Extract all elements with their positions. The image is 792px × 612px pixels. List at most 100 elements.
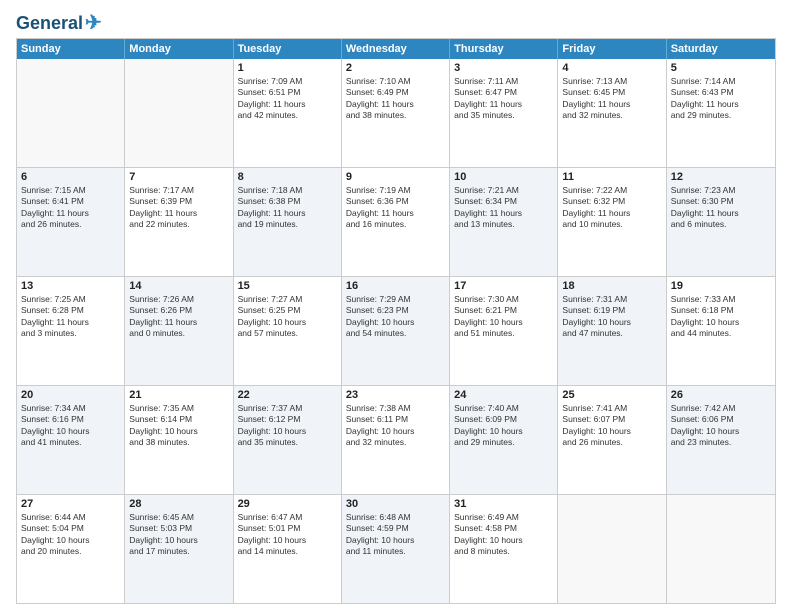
cell-info: Sunrise: 7:37 AM Sunset: 6:12 PM Dayligh… [238, 403, 337, 449]
day-number: 8 [238, 171, 337, 183]
logo: General✈ [16, 12, 102, 32]
day-number: 7 [129, 171, 228, 183]
calendar-cell-29: 29 Sunrise: 6:47 AM Sunset: 5:01 PM Dayli… [234, 495, 342, 603]
cell-info: Sunrise: 7:11 AM Sunset: 6:47 PM Dayligh… [454, 76, 553, 122]
calendar-cell-17: 17Sunrise: 7:30 AM Sunset: 6:21 PM Dayli… [450, 277, 558, 385]
calendar-cell-empty [17, 59, 125, 167]
header: General✈ [16, 12, 776, 32]
cell-info: Sunrise: 7:40 AM Sunset: 6:09 PM Dayligh… [454, 403, 553, 449]
calendar-cell-31: 31 Sunrise: 6:49 AM Sunset: 4:58 PM Dayli… [450, 495, 558, 603]
cell-info: Sunrise: 7:29 AM Sunset: 6:23 PM Dayligh… [346, 294, 445, 340]
calendar-row-2: 6 Sunrise: 7:15 AM Sunset: 6:41 PM Daylig… [17, 167, 775, 276]
calendar-cell-20: 20 Sunrise: 7:34 AM Sunset: 6:16 PM Dayli… [17, 386, 125, 494]
cell-info: Sunrise: 6:47 AM Sunset: 5:01 PM Dayligh… [238, 512, 337, 558]
calendar-cell-empty [125, 59, 233, 167]
cell-info: Sunrise: 6:48 AM Sunset: 4:59 PM Dayligh… [346, 512, 445, 558]
day-number: 16 [346, 280, 445, 292]
calendar-row-1: 1Sunrise: 7:09 AM Sunset: 6:51 PM Daylig… [17, 59, 775, 167]
calendar-cell-5: 5Sunrise: 7:14 AM Sunset: 6:43 PM Daylig… [667, 59, 775, 167]
calendar-cell-28: 28Sunrise: 6:45 AM Sunset: 5:03 PM Dayli… [125, 495, 233, 603]
calendar-cell-27: 27Sunrise: 6:44 AM Sunset: 5:04 PM Dayli… [17, 495, 125, 603]
cell-info: Sunrise: 7:21 AM Sunset: 6:34 PM Dayligh… [454, 185, 553, 231]
cell-info: Sunrise: 7:17 AM Sunset: 6:39 PM Dayligh… [129, 185, 228, 231]
day-number: 20 [21, 389, 120, 401]
calendar-cell-empty [667, 495, 775, 603]
calendar-cell-18: 18 Sunrise: 7:31 AM Sunset: 6:19 PM Dayli… [558, 277, 666, 385]
calendar-cell-22: 22 Sunrise: 7:37 AM Sunset: 6:12 PM Dayli… [234, 386, 342, 494]
cell-info: Sunrise: 7:26 AM Sunset: 6:26 PM Dayligh… [129, 294, 228, 340]
calendar-cell-11: 11 Sunrise: 7:22 AM Sunset: 6:32 PM Dayli… [558, 168, 666, 276]
cell-info: Sunrise: 7:18 AM Sunset: 6:38 PM Dayligh… [238, 185, 337, 231]
calendar-cell-30: 30 Sunrise: 6:48 AM Sunset: 4:59 PM Dayli… [342, 495, 450, 603]
header-cell-wednesday: Wednesday [342, 39, 450, 59]
header-cell-monday: Monday [125, 39, 233, 59]
cell-info: Sunrise: 7:42 AM Sunset: 6:06 PM Dayligh… [671, 403, 771, 449]
day-number: 15 [238, 280, 337, 292]
cell-info: Sunrise: 7:41 AM Sunset: 6:07 PM Dayligh… [562, 403, 661, 449]
logo-general: General✈ [16, 12, 102, 34]
calendar: SundayMondayTuesdayWednesdayThursdayFrid… [16, 38, 776, 604]
calendar-cell-12: 12Sunrise: 7:23 AM Sunset: 6:30 PM Dayli… [667, 168, 775, 276]
cell-info: Sunrise: 7:10 AM Sunset: 6:49 PM Dayligh… [346, 76, 445, 122]
day-number: 30 [346, 498, 445, 510]
day-number: 27 [21, 498, 120, 510]
cell-info: Sunrise: 7:14 AM Sunset: 6:43 PM Dayligh… [671, 76, 771, 122]
day-number: 4 [562, 62, 661, 74]
calendar-cell-21: 21Sunrise: 7:35 AM Sunset: 6:14 PM Dayli… [125, 386, 233, 494]
day-number: 13 [21, 280, 120, 292]
calendar-cell-16: 16 Sunrise: 7:29 AM Sunset: 6:23 PM Dayli… [342, 277, 450, 385]
calendar-cell-3: 3 Sunrise: 7:11 AM Sunset: 6:47 PM Daylig… [450, 59, 558, 167]
calendar-cell-25: 25 Sunrise: 7:41 AM Sunset: 6:07 PM Dayli… [558, 386, 666, 494]
calendar-cell-14: 14 Sunrise: 7:26 AM Sunset: 6:26 PM Dayli… [125, 277, 233, 385]
page: General✈ SundayMondayTuesdayWednesdayThu… [0, 0, 792, 612]
day-number: 11 [562, 171, 661, 183]
day-number: 29 [238, 498, 337, 510]
header-cell-tuesday: Tuesday [234, 39, 342, 59]
header-cell-friday: Friday [558, 39, 666, 59]
cell-info: Sunrise: 6:49 AM Sunset: 4:58 PM Dayligh… [454, 512, 553, 558]
calendar-header: SundayMondayTuesdayWednesdayThursdayFrid… [17, 39, 775, 59]
cell-info: Sunrise: 7:09 AM Sunset: 6:51 PM Dayligh… [238, 76, 337, 122]
calendar-cell-1: 1Sunrise: 7:09 AM Sunset: 6:51 PM Daylig… [234, 59, 342, 167]
calendar-cell-2: 2 Sunrise: 7:10 AM Sunset: 6:49 PM Daylig… [342, 59, 450, 167]
cell-info: Sunrise: 7:31 AM Sunset: 6:19 PM Dayligh… [562, 294, 661, 340]
day-number: 17 [454, 280, 553, 292]
calendar-cell-15: 15 Sunrise: 7:27 AM Sunset: 6:25 PM Dayli… [234, 277, 342, 385]
calendar-cell-26: 26 Sunrise: 7:42 AM Sunset: 6:06 PM Dayli… [667, 386, 775, 494]
cell-info: Sunrise: 7:38 AM Sunset: 6:11 PM Dayligh… [346, 403, 445, 449]
day-number: 26 [671, 389, 771, 401]
day-number: 31 [454, 498, 553, 510]
day-number: 18 [562, 280, 661, 292]
calendar-cell-13: 13 Sunrise: 7:25 AM Sunset: 6:28 PM Dayli… [17, 277, 125, 385]
cell-info: Sunrise: 7:34 AM Sunset: 6:16 PM Dayligh… [21, 403, 120, 449]
day-number: 2 [346, 62, 445, 74]
day-number: 23 [346, 389, 445, 401]
logo-bird-icon: ✈ [85, 12, 102, 34]
calendar-cell-7: 7 Sunrise: 7:17 AM Sunset: 6:39 PM Daylig… [125, 168, 233, 276]
calendar-row-3: 13 Sunrise: 7:25 AM Sunset: 6:28 PM Dayli… [17, 276, 775, 385]
calendar-cell-24: 24Sunrise: 7:40 AM Sunset: 6:09 PM Dayli… [450, 386, 558, 494]
cell-info: Sunrise: 7:25 AM Sunset: 6:28 PM Dayligh… [21, 294, 120, 340]
calendar-cell-10: 10Sunrise: 7:21 AM Sunset: 6:34 PM Dayli… [450, 168, 558, 276]
day-number: 12 [671, 171, 771, 183]
calendar-cell-6: 6 Sunrise: 7:15 AM Sunset: 6:41 PM Daylig… [17, 168, 125, 276]
day-number: 14 [129, 280, 228, 292]
day-number: 28 [129, 498, 228, 510]
header-cell-sunday: Sunday [17, 39, 125, 59]
calendar-cell-19: 19Sunrise: 7:33 AM Sunset: 6:18 PM Dayli… [667, 277, 775, 385]
day-number: 9 [346, 171, 445, 183]
header-cell-saturday: Saturday [667, 39, 775, 59]
calendar-cell-9: 9Sunrise: 7:19 AM Sunset: 6:36 PM Daylig… [342, 168, 450, 276]
day-number: 3 [454, 62, 553, 74]
cell-info: Sunrise: 7:15 AM Sunset: 6:41 PM Dayligh… [21, 185, 120, 231]
day-number: 21 [129, 389, 228, 401]
calendar-cell-23: 23 Sunrise: 7:38 AM Sunset: 6:11 PM Dayli… [342, 386, 450, 494]
cell-info: Sunrise: 7:27 AM Sunset: 6:25 PM Dayligh… [238, 294, 337, 340]
cell-info: Sunrise: 7:22 AM Sunset: 6:32 PM Dayligh… [562, 185, 661, 231]
day-number: 25 [562, 389, 661, 401]
day-number: 6 [21, 171, 120, 183]
day-number: 22 [238, 389, 337, 401]
calendar-cell-4: 4Sunrise: 7:13 AM Sunset: 6:45 PM Daylig… [558, 59, 666, 167]
calendar-row-4: 20 Sunrise: 7:34 AM Sunset: 6:16 PM Dayli… [17, 385, 775, 494]
calendar-cell-8: 8 Sunrise: 7:18 AM Sunset: 6:38 PM Daylig… [234, 168, 342, 276]
